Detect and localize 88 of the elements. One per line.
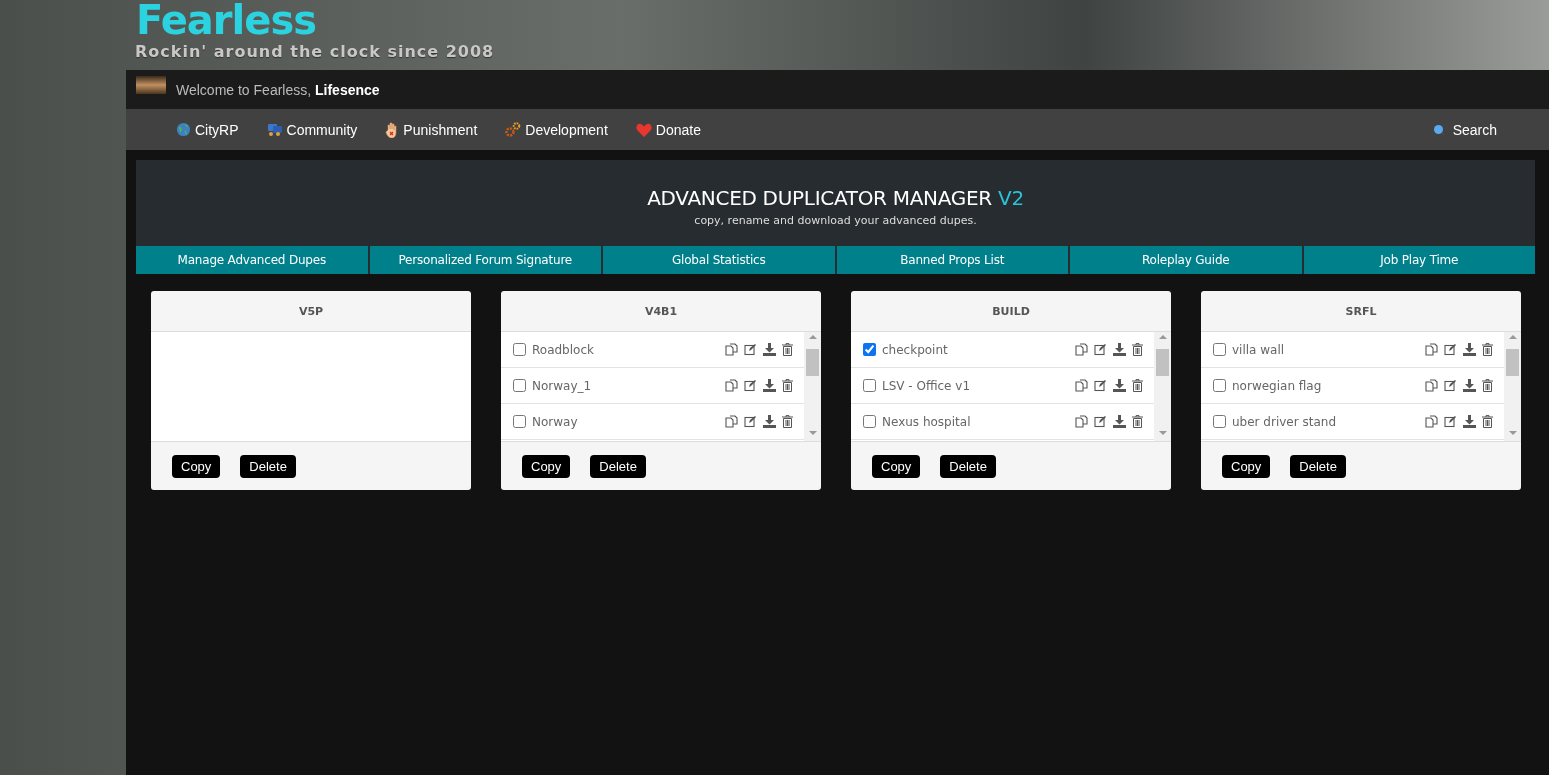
trash-icon[interactable] xyxy=(1482,343,1493,356)
dupe-name: LSV - Office v1 xyxy=(882,378,972,393)
download-icon[interactable] xyxy=(1113,415,1126,428)
trash-icon[interactable] xyxy=(782,379,793,392)
trash-icon[interactable] xyxy=(1132,343,1143,356)
dupe-name: Roadblock xyxy=(532,342,595,357)
action-button[interactable]: Delete xyxy=(1290,454,1346,478)
action-button[interactable]: Copy xyxy=(872,454,921,478)
trash-icon[interactable] xyxy=(1482,415,1493,428)
nav-link[interactable]: Donate xyxy=(635,119,701,140)
dupe-name: villa wall xyxy=(1232,342,1286,357)
scrollbar[interactable] xyxy=(804,332,821,441)
action-button[interactable]: Copy xyxy=(172,454,221,478)
edit-icon[interactable] xyxy=(744,343,757,356)
action-button[interactable]: Delete xyxy=(240,454,296,478)
gears-icon xyxy=(505,122,522,137)
section-tab[interactable]: Banned Props List xyxy=(836,246,1068,274)
nav-link[interactable]: Punishment xyxy=(385,119,478,140)
hand-icon xyxy=(385,121,400,138)
section-tab[interactable]: Personalized Forum Signature xyxy=(369,246,601,274)
dupe-checkbox[interactable] xyxy=(513,379,526,392)
nav-link[interactable]: CityRP xyxy=(176,119,239,140)
copy-icon[interactable] xyxy=(1075,343,1088,356)
search-icon xyxy=(1432,123,1445,136)
download-icon[interactable] xyxy=(1463,415,1476,428)
dupe-checkbox[interactable] xyxy=(863,379,876,392)
copy-icon[interactable] xyxy=(725,343,738,356)
edit-icon[interactable] xyxy=(1444,415,1457,428)
dupe-name: Norway xyxy=(532,414,579,429)
edit-icon[interactable] xyxy=(744,415,757,428)
dupe-checkbox[interactable] xyxy=(513,415,526,428)
action-button[interactable]: Copy xyxy=(522,454,571,478)
trash-icon[interactable] xyxy=(782,343,793,356)
dupe-checkbox[interactable] xyxy=(1213,379,1226,392)
section-tab[interactable]: Global Statistics xyxy=(603,246,835,274)
edit-icon[interactable] xyxy=(744,379,757,392)
download-icon[interactable] xyxy=(763,343,776,356)
copy-icon[interactable] xyxy=(1075,415,1088,428)
nav-link[interactable]: Development xyxy=(505,119,608,140)
avatar-placeholder[interactable] xyxy=(136,75,166,94)
dupe-checkbox[interactable] xyxy=(863,343,876,356)
section-tab[interactable]: Manage Advanced Dupes xyxy=(136,246,368,274)
action-button[interactable]: Delete xyxy=(940,454,996,478)
scrollbar[interactable] xyxy=(1504,332,1521,441)
trash-icon[interactable] xyxy=(1132,415,1143,428)
dupe-checkbox[interactable] xyxy=(863,415,876,428)
edit-icon[interactable] xyxy=(1094,379,1107,392)
copy-icon[interactable] xyxy=(1075,379,1088,392)
manager-subtitle: copy, rename and download your advanced dupes. xyxy=(694,213,977,227)
dupe-name: Norway_1 xyxy=(532,378,593,393)
search-link[interactable]: Search xyxy=(1432,119,1497,140)
edit-icon[interactable] xyxy=(1444,379,1457,392)
dupe-checkbox[interactable] xyxy=(513,343,526,356)
manager-title: ADVANCED DUPLICATOR MANAGER V2 xyxy=(647,185,1024,210)
dupe-name: Nexus hospital xyxy=(882,414,972,429)
scrollbar[interactable] xyxy=(1154,332,1171,441)
trash-icon[interactable] xyxy=(782,415,793,428)
copy-icon[interactable] xyxy=(1425,415,1438,428)
dupe-name: uber driver stand xyxy=(1232,414,1337,429)
site-tagline: Rockin' around the clock since 2008 xyxy=(135,44,495,60)
section-tab[interactable]: Job Play Time xyxy=(1303,246,1535,274)
edit-icon[interactable] xyxy=(1094,415,1107,428)
action-button[interactable]: Delete xyxy=(590,454,646,478)
download-icon[interactable] xyxy=(1113,379,1126,392)
edit-icon[interactable] xyxy=(1444,343,1457,356)
copy-icon[interactable] xyxy=(1425,343,1438,356)
download-icon[interactable] xyxy=(1463,379,1476,392)
copy-icon[interactable] xyxy=(725,379,738,392)
trash-icon[interactable] xyxy=(1132,379,1143,392)
welcome-text: Welcome to Fearless, Lifesence xyxy=(176,81,380,98)
globe-icon xyxy=(176,122,191,137)
copy-icon[interactable] xyxy=(1425,379,1438,392)
action-button[interactable]: Copy xyxy=(1222,454,1271,478)
section-tab[interactable]: Roleplay Guide xyxy=(1070,246,1302,274)
copy-icon[interactable] xyxy=(725,415,738,428)
download-icon[interactable] xyxy=(1113,343,1126,356)
nav-link[interactable]: Community xyxy=(266,119,358,140)
dupe-name: norwegian flag xyxy=(1232,378,1323,393)
site-logo[interactable]: Fearless xyxy=(136,0,316,40)
heart-icon xyxy=(635,122,652,137)
download-icon[interactable] xyxy=(763,379,776,392)
download-icon[interactable] xyxy=(1463,343,1476,356)
trash-icon[interactable] xyxy=(1482,379,1493,392)
dupe-name: checkpoint xyxy=(882,342,949,357)
download-icon[interactable] xyxy=(763,415,776,428)
dupe-checkbox[interactable] xyxy=(1213,343,1226,356)
dupe-checkbox[interactable] xyxy=(1213,415,1226,428)
edit-icon[interactable] xyxy=(1094,343,1107,356)
